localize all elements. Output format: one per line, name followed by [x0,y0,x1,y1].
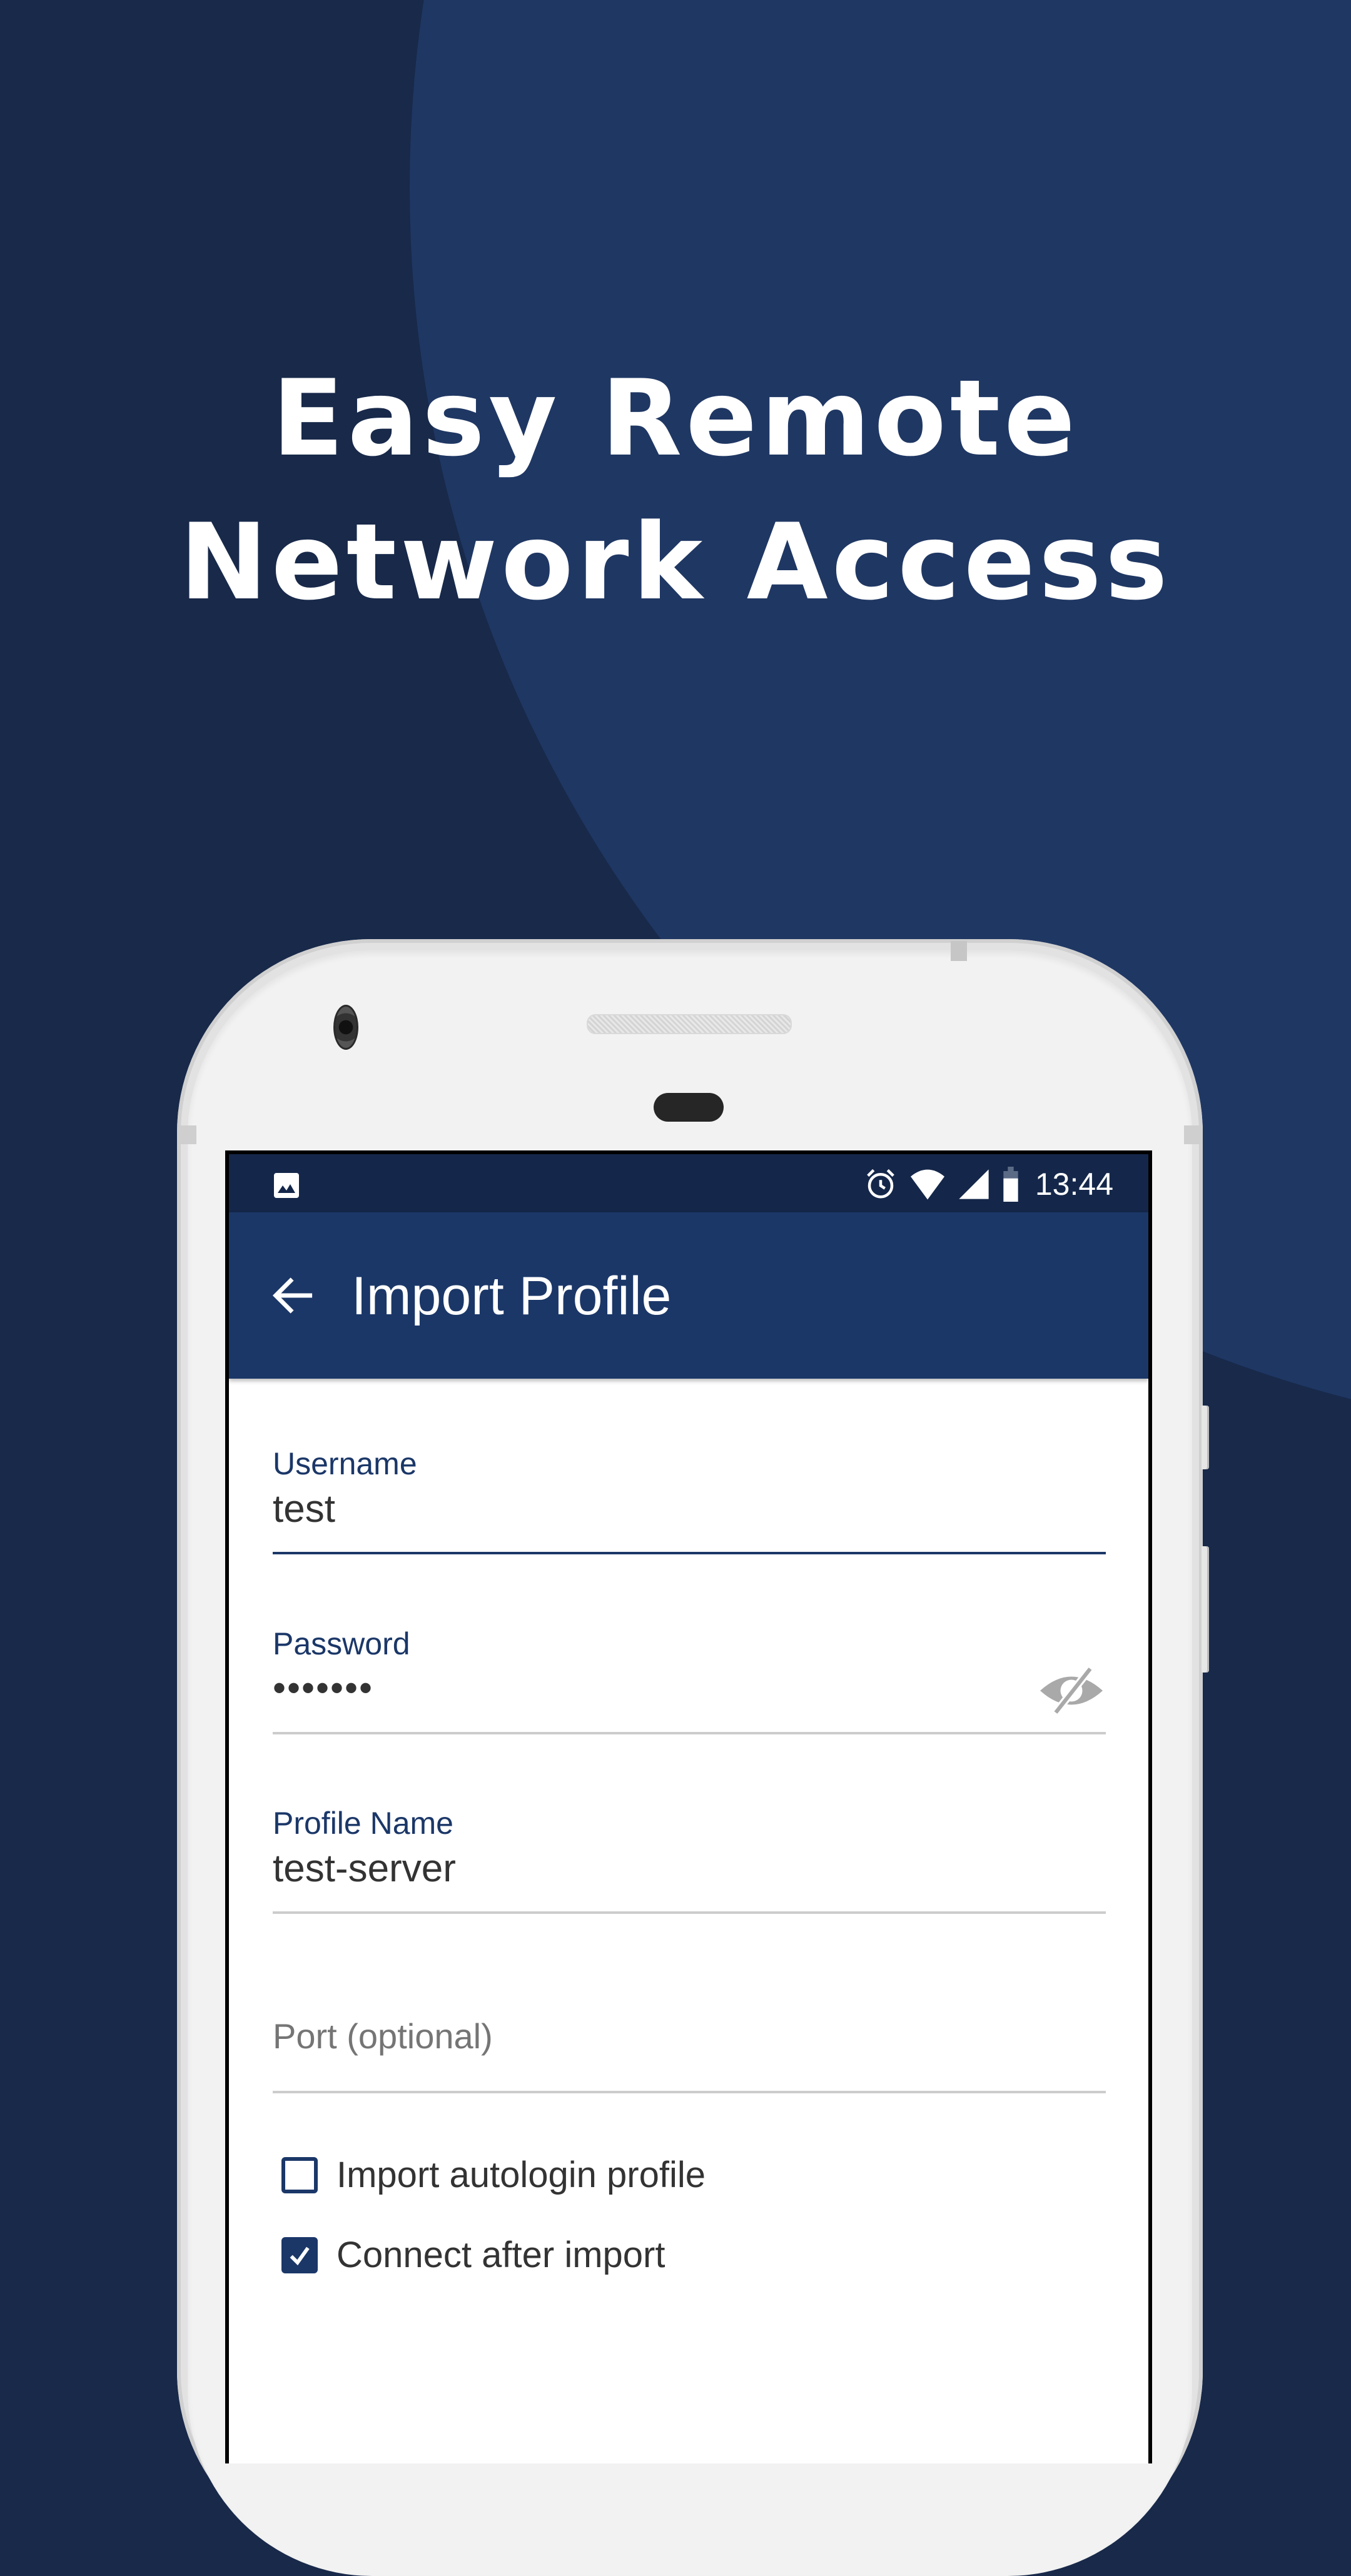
connect-after-import-checkbox[interactable] [281,2236,318,2273]
phone-antenna-line [951,941,967,961]
gallery-icon [274,1173,299,1198]
username-input[interactable] [273,1487,1023,1531]
password-label: Password [273,1626,410,1661]
import-autologin-label: Import autologin profile [336,2155,706,2195]
status-icons: 13:44 [864,1167,1113,1202]
eye-off-icon[interactable] [1037,1666,1106,1716]
proximity-sensor [654,1093,724,1122]
password-underline [273,1732,1106,1734]
import-autologin-checkbox-row[interactable]: Import autologin profile [281,2154,706,2196]
status-bar: 13:44 [229,1154,1148,1212]
headline-line-1: Easy Remote [271,357,1080,480]
arrow-left-icon[interactable] [271,1275,316,1316]
phone-antenna-line-right [1184,1125,1203,1144]
connect-after-import-checkbox-row[interactable]: Connect after import [281,2234,665,2276]
status-time: 13:44 [1035,1167,1113,1202]
headline-line-2: Network Access [180,501,1171,623]
earpiece-speaker [587,1014,792,1034]
checkmark-icon [290,2246,310,2265]
wifi-icon [910,1169,944,1200]
app-bar: Import Profile [229,1212,1148,1379]
front-camera [333,1005,358,1050]
connect-after-import-label: Connect after import [336,2235,665,2275]
username-underline [273,1552,1106,1554]
battery-icon [1003,1167,1018,1202]
page-title: Import Profile [352,1266,672,1326]
alarm-icon [867,1169,894,1199]
profile-name-input[interactable] [273,1846,1023,1891]
port-underline [273,2091,1106,2093]
import-autologin-checkbox[interactable] [281,2156,318,2193]
port-input[interactable] [273,2016,1023,2056]
password-input[interactable]: ••••••• [273,1669,1023,1707]
profile-name-underline [273,1911,1106,1914]
power-button [1202,1406,1209,1469]
profile-name-label: Profile Name [273,1806,453,1841]
volume-button [1202,1546,1209,1673]
phone-antenna-line-left [178,1125,196,1144]
signal-icon [959,1169,989,1199]
username-label: Username [273,1446,417,1481]
phone-screen: 13:44 Import Profile Username Password •… [225,1150,1152,2463]
